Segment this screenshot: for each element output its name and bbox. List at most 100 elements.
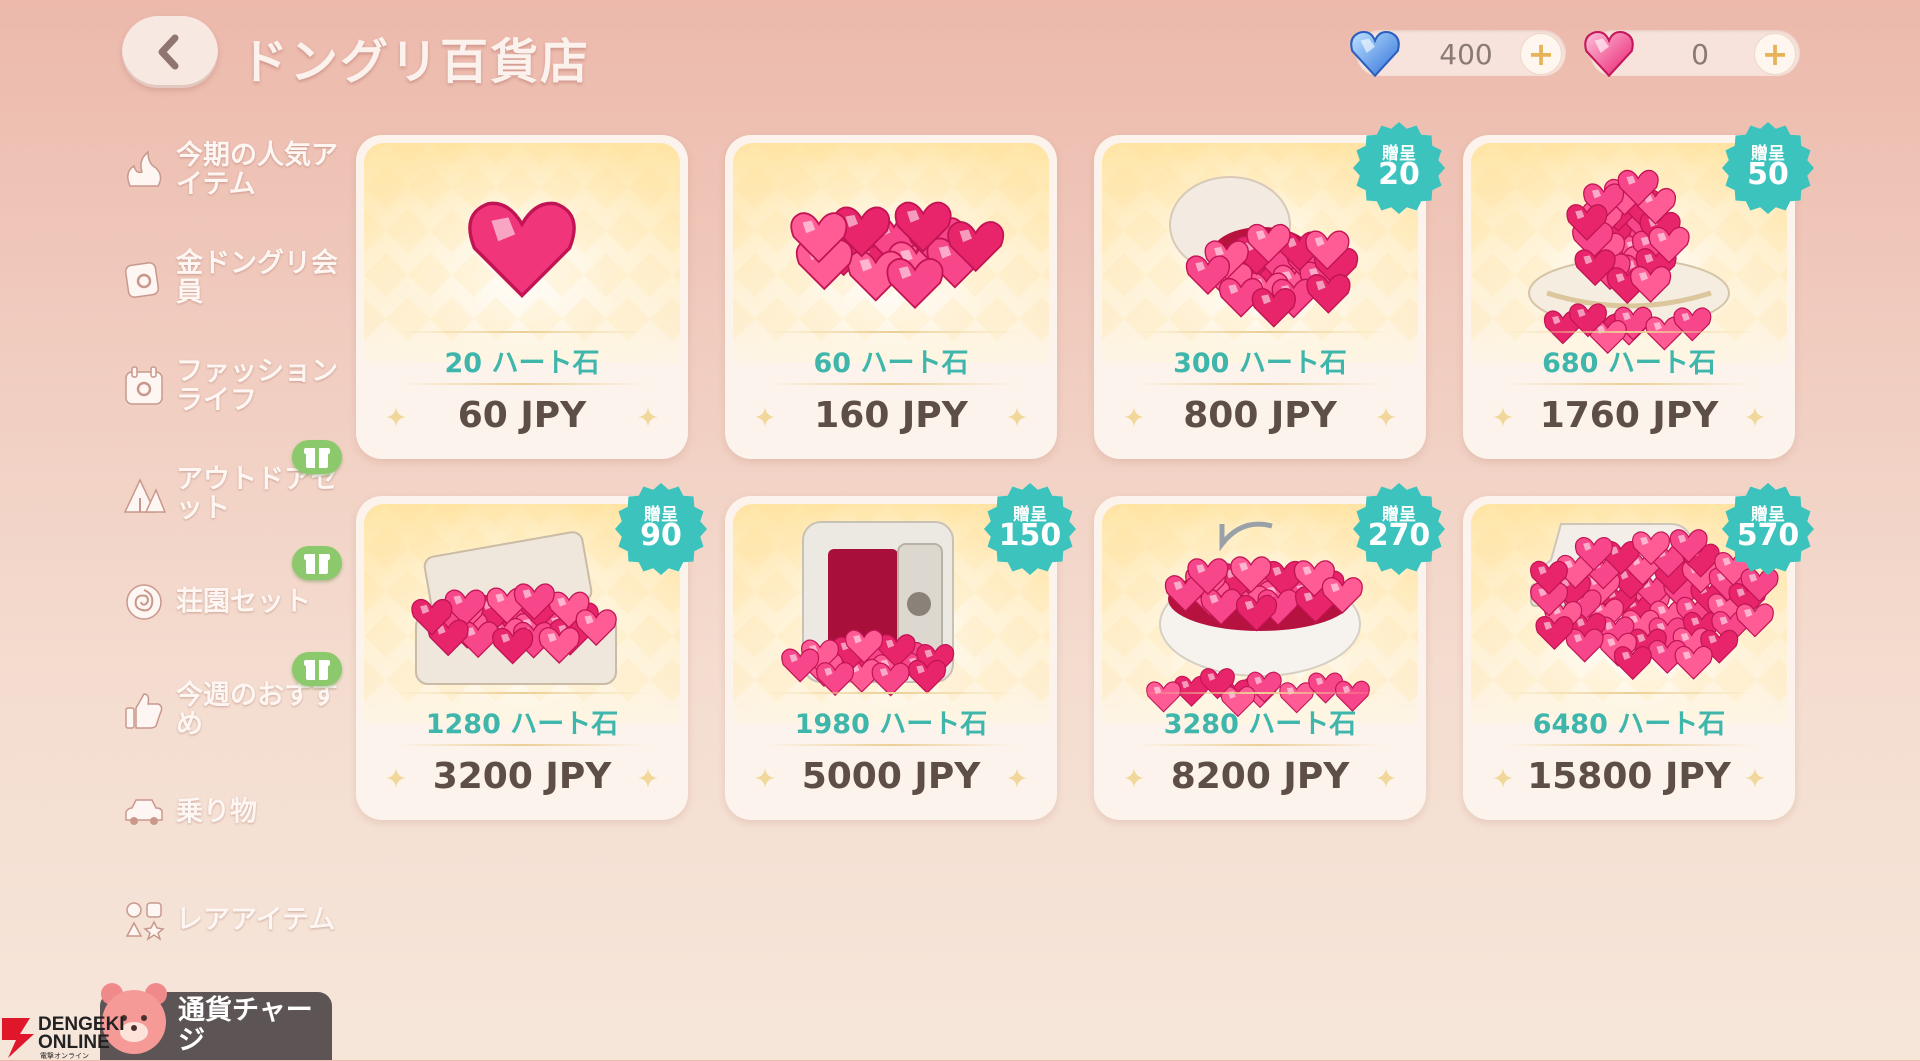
bonus-badge: 贈呈 20 [1352, 121, 1446, 215]
sparkle-icon [1493, 768, 1513, 788]
sparkle-icon [638, 407, 658, 427]
sparkle-icon [1376, 407, 1396, 427]
chevron-left-icon [158, 34, 179, 70]
heart-stone-amount: 6480 ハート石 [1532, 709, 1726, 740]
divider [1503, 331, 1755, 333]
heart-stone-amount: 680 ハート石 [1542, 348, 1716, 379]
divider [396, 744, 648, 746]
pink-gem-value: 0 [1691, 38, 1709, 71]
product-card[interactable]: 3280 ハート石 8200 JPY 贈呈 270 [1094, 483, 1445, 820]
gift-badge [292, 546, 342, 580]
product-card[interactable]: 20 ハート石 60 JPY [356, 135, 688, 459]
heart-stone-amount: 1980 ハート石 [794, 709, 988, 740]
rare-items-icon [125, 902, 165, 941]
car-icon [125, 799, 163, 825]
bonus-badge: 贈呈 150 [983, 482, 1077, 576]
rose-icon [126, 584, 162, 620]
product-card[interactable]: 1280 ハート石 3200 JPY 贈呈 90 [356, 483, 707, 820]
bonus-value: 90 [640, 518, 682, 553]
divider [1503, 744, 1755, 746]
sidebar-item-label: 乗り物 [176, 796, 257, 828]
product-card[interactable]: 1980 ハート石 5000 JPY 贈呈 150 [725, 483, 1076, 820]
divider [396, 331, 648, 333]
sidebar-item-label: 今週のおすすめ [176, 680, 338, 740]
product-card[interactable]: 60 ハート石 160 JPY [725, 135, 1057, 459]
sidebar-item-label: ファッションライフ [176, 356, 338, 416]
heart-stone-amount: 1280 ハート石 [425, 709, 619, 740]
sparkle-icon [1007, 407, 1027, 427]
sparkle-icon [1745, 768, 1765, 788]
popular-items-icon [127, 150, 162, 187]
sidebar-item-rare[interactable]: レアアイテム [118, 880, 348, 960]
divider [1503, 383, 1755, 385]
fashion-icon [125, 366, 163, 405]
bonus-value: 270 [1367, 518, 1431, 553]
bonus-value: 570 [1736, 518, 1800, 553]
heart-stone-image [733, 143, 1049, 363]
bonus-value: 50 [1747, 157, 1789, 192]
sidebar-item-label: 今期の人気アイテム [176, 140, 338, 200]
gift-icon [304, 448, 330, 468]
sparkle-icon [638, 768, 658, 788]
divider [396, 383, 648, 385]
divider [765, 744, 1017, 746]
product-card[interactable]: 680 ハート石 1760 JPY 贈呈 50 [1463, 122, 1814, 459]
divider [765, 383, 1017, 385]
gift-icon [304, 554, 330, 574]
thumbs-up-icon [125, 693, 163, 729]
heart-stone-image [364, 143, 680, 363]
divider [1503, 692, 1755, 694]
bonus-badge: 贈呈 90 [614, 482, 708, 576]
divider [1134, 744, 1386, 746]
bonus-badge: 贈呈 270 [1352, 482, 1446, 576]
product-card[interactable]: 6480 ハート石 15800 JPY 贈呈 570 [1463, 483, 1814, 820]
sparkle-icon [755, 768, 775, 788]
heart-stone-amount: 3280 ハート石 [1163, 709, 1357, 740]
add-blue-gem-button[interactable]: + [1520, 33, 1562, 75]
divider [765, 331, 1017, 333]
add-pink-gem-button[interactable]: + [1754, 33, 1796, 75]
pink-gem-counter: 0 + [1584, 30, 1800, 78]
page-title: ドングリ百貨店 [240, 34, 591, 90]
divider [765, 692, 1017, 694]
sparkle-icon [1745, 407, 1765, 427]
divider [1134, 383, 1386, 385]
divider [1134, 331, 1386, 333]
back-button[interactable] [122, 16, 218, 88]
heart-stone-amount: 300 ハート石 [1173, 348, 1347, 379]
sidebar-item-label: 荘園セット [176, 586, 311, 618]
product-card[interactable]: 300 ハート石 800 JPY 贈呈 20 [1094, 122, 1445, 459]
blue-gem-value: 400 [1439, 38, 1493, 71]
gift-badge [292, 652, 342, 686]
sidebar-item-popular[interactable]: 今期の人気アイテム [118, 130, 348, 210]
sparkle-icon [1124, 407, 1144, 427]
blue-heart-gem-icon [1350, 30, 1400, 78]
sparkle-icon [386, 407, 406, 427]
gift-badge [292, 440, 342, 474]
currency-charge-label: 通貨チャージ [178, 995, 313, 1056]
heart-stone-amount: 60 ハート石 [813, 348, 969, 379]
tent-icon [123, 478, 166, 513]
pink-heart-gem-icon [1584, 30, 1634, 78]
heart-stone-amount: 20 ハート石 [444, 348, 600, 379]
divider [1134, 692, 1386, 694]
sparkle-icon [1493, 407, 1513, 427]
blue-gem-counter: 400 + [1350, 30, 1566, 78]
sparkle-icon [1007, 768, 1027, 788]
sidebar-item-label: レアアイテム [176, 904, 336, 936]
bonus-badge: 贈呈 570 [1721, 482, 1815, 576]
gold-member-icon [124, 262, 160, 298]
bonus-value: 20 [1378, 157, 1420, 192]
bonus-badge: 贈呈 50 [1721, 121, 1815, 215]
sidebar-item-gold-member[interactable]: 金ドングリ会員 [118, 238, 348, 318]
bonus-value: 150 [998, 518, 1062, 553]
sparkle-icon [755, 407, 775, 427]
sidebar-item-label: 金ドングリ会員 [176, 248, 338, 308]
sidebar-item-vehicles[interactable]: 乗り物 [118, 772, 348, 852]
sparkle-icon [386, 768, 406, 788]
sidebar-item-fashion[interactable]: ファッションライフ [118, 346, 348, 426]
sparkle-icon [1376, 768, 1396, 788]
sparkle-icon [1124, 768, 1144, 788]
gift-icon [304, 660, 330, 680]
divider [396, 692, 648, 694]
